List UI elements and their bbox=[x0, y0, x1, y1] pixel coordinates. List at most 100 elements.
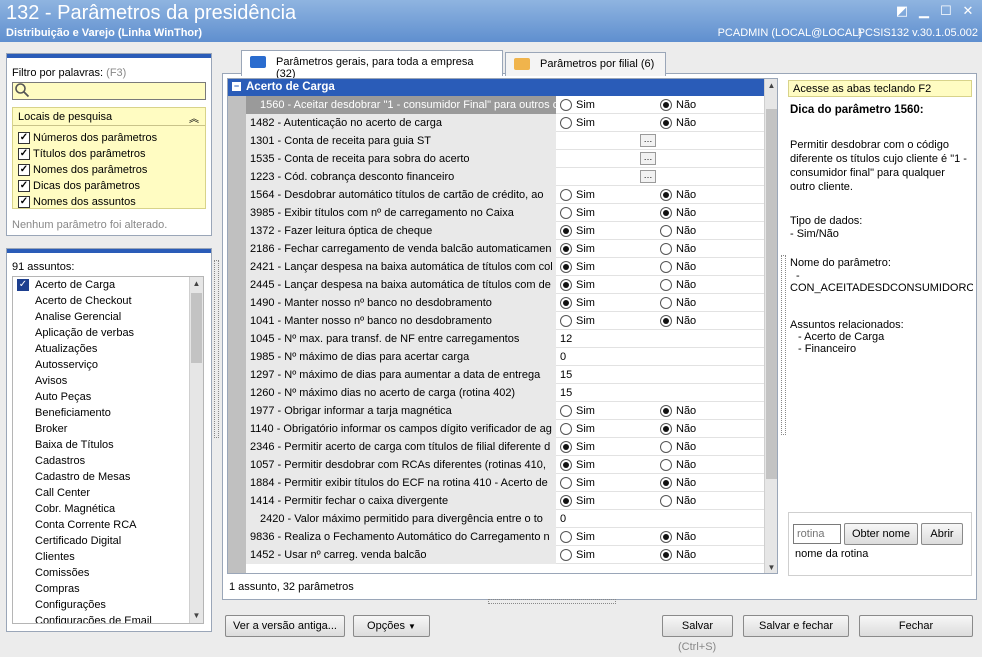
collapse-group-icon[interactable]: − bbox=[232, 82, 241, 91]
radio-sim[interactable] bbox=[560, 315, 572, 327]
radio-nao[interactable] bbox=[660, 207, 672, 219]
parameter-value[interactable]: Sim Não bbox=[558, 222, 764, 240]
tab-general[interactable]: Parâmetros gerais, para toda a empresa (… bbox=[241, 50, 503, 80]
parameter-value[interactable]: Sim Não bbox=[558, 492, 764, 510]
checkbox[interactable]: ✓ bbox=[18, 132, 30, 144]
radio-nao[interactable] bbox=[660, 99, 672, 111]
radio-nao[interactable] bbox=[660, 459, 672, 471]
radio-sim[interactable] bbox=[560, 189, 572, 201]
radio-sim[interactable] bbox=[560, 279, 572, 291]
subjects-list[interactable]: Configurações de Email Configurações Compr… bbox=[12, 276, 204, 624]
subject-item[interactable]: Configurações bbox=[13, 597, 193, 613]
radio-nao[interactable] bbox=[660, 477, 672, 489]
checkbox[interactable]: ✓ bbox=[18, 148, 30, 160]
search-option[interactable]: ✓ Dicas dos parâmetros bbox=[18, 178, 140, 194]
parameter-value[interactable]: Sim Não bbox=[558, 474, 764, 492]
parameter-value[interactable]: 15 bbox=[558, 366, 764, 384]
maximize-icon[interactable]: ☐ bbox=[937, 3, 955, 19]
radio-nao[interactable] bbox=[660, 441, 672, 453]
parameter-row[interactable]: 1977 - Obrigar informar a tarja magnétic… bbox=[246, 402, 764, 420]
parameter-row[interactable]: 1297 - Nº máximo de dias para aumentar a… bbox=[246, 366, 764, 384]
radio-sim[interactable] bbox=[560, 243, 572, 255]
subject-item[interactable]: Cobr. Magnética bbox=[13, 501, 193, 517]
radio-nao[interactable] bbox=[660, 423, 672, 435]
bottom-splitter[interactable] bbox=[488, 599, 616, 604]
subject-item[interactable]: Analise Gerencial bbox=[13, 309, 193, 325]
parameter-value[interactable]: Sim Não bbox=[558, 402, 764, 420]
parameter-value[interactable]: Sim Não bbox=[558, 420, 764, 438]
open-button[interactable]: Abrir bbox=[921, 523, 963, 545]
checkbox[interactable]: ✓ bbox=[18, 164, 30, 176]
parameter-row[interactable]: 1985 - Nº máximo de dias para acertar ca… bbox=[246, 348, 764, 366]
save-close-button[interactable]: Salvar e fechar bbox=[743, 615, 849, 637]
radio-sim[interactable] bbox=[560, 297, 572, 309]
parameter-value[interactable]: Sim Não bbox=[558, 186, 764, 204]
scroll-up-icon[interactable]: ▲ bbox=[765, 79, 777, 93]
radio-sim[interactable] bbox=[560, 207, 572, 219]
parameter-value[interactable]: 0 bbox=[558, 510, 764, 528]
subjects-scroll-thumb[interactable] bbox=[191, 293, 202, 363]
parameter-row[interactable]: 1482 - Autenticação no acerto de carga Si… bbox=[246, 114, 764, 132]
minimize-icon[interactable]: ▁ bbox=[915, 3, 933, 19]
parameter-row[interactable]: 2421 - Lançar despesa na baixa automátic… bbox=[246, 258, 764, 276]
subjects-scrollbar[interactable]: ▲ ▼ bbox=[189, 277, 203, 623]
radio-sim[interactable] bbox=[560, 459, 572, 471]
parameter-row[interactable]: 1301 - Conta de receita para guia ST… bbox=[246, 132, 764, 150]
subject-item[interactable]: Auto Peças bbox=[13, 389, 193, 405]
parameter-value[interactable]: … bbox=[558, 150, 764, 168]
subject-item[interactable]: Configurações de Email bbox=[13, 613, 193, 623]
parameter-value[interactable]: 0 bbox=[558, 348, 764, 366]
tab-branch[interactable]: Parâmetros por filial (6) bbox=[505, 52, 666, 76]
search-option[interactable]: ✓ Nomes dos parâmetros bbox=[18, 162, 147, 178]
lookup-button[interactable]: … bbox=[640, 170, 656, 183]
subject-item[interactable]: Compras bbox=[13, 581, 193, 597]
radio-nao[interactable] bbox=[660, 261, 672, 273]
subject-item[interactable]: Avisos bbox=[13, 373, 193, 389]
radio-nao[interactable] bbox=[660, 117, 672, 129]
radio-nao[interactable] bbox=[660, 189, 672, 201]
group-header[interactable]: − Acerto de Carga bbox=[228, 79, 764, 96]
parameter-row[interactable]: 1535 - Conta de receita para sobra do ac… bbox=[246, 150, 764, 168]
parameter-value[interactable]: … bbox=[558, 168, 764, 186]
radio-sim[interactable] bbox=[560, 423, 572, 435]
radio-sim[interactable] bbox=[560, 99, 572, 111]
radio-nao[interactable] bbox=[660, 297, 672, 309]
lookup-button[interactable]: … bbox=[640, 134, 656, 147]
radio-sim[interactable] bbox=[560, 405, 572, 417]
subject-item[interactable]: Cadastro de Mesas bbox=[13, 469, 193, 485]
parameter-value[interactable]: Sim Não bbox=[558, 546, 764, 564]
close-icon[interactable]: ✕ bbox=[959, 3, 977, 19]
lookup-button[interactable]: … bbox=[640, 152, 656, 165]
search-option[interactable]: ✓ Títulos dos parâmetros bbox=[18, 146, 146, 162]
radio-nao[interactable] bbox=[660, 531, 672, 543]
radio-nao[interactable] bbox=[660, 243, 672, 255]
radio-nao[interactable] bbox=[660, 549, 672, 561]
parameter-row[interactable]: 1223 - Cód. cobrança desconto financeiro… bbox=[246, 168, 764, 186]
subject-item[interactable]: Certificado Digital bbox=[13, 533, 193, 549]
parameter-row[interactable]: 1260 - Nº máximo dias no acerto de carga… bbox=[246, 384, 764, 402]
parameter-value[interactable]: Sim Não bbox=[558, 96, 764, 114]
scroll-up-icon[interactable]: ▲ bbox=[190, 277, 203, 291]
parameter-row[interactable]: 9836 - Realiza o Fechamento Automático d… bbox=[246, 528, 764, 546]
parameter-value[interactable]: Sim Não bbox=[558, 438, 764, 456]
filter-input[interactable] bbox=[12, 82, 206, 100]
subject-item[interactable]: Comissões bbox=[13, 565, 193, 581]
old-version-button[interactable]: Ver a versão antiga... bbox=[225, 615, 345, 637]
subject-item[interactable]: Autosserviço bbox=[13, 357, 193, 373]
subject-item[interactable]: Beneficiamento bbox=[13, 405, 193, 421]
search-option[interactable]: ✓ Números dos parâmetros bbox=[18, 130, 157, 146]
radio-sim[interactable] bbox=[560, 531, 572, 543]
parameter-row[interactable]: 2186 - Fechar carregamento de venda balc… bbox=[246, 240, 764, 258]
subject-item[interactable]: Atualizações bbox=[13, 341, 193, 357]
radio-nao[interactable] bbox=[660, 279, 672, 291]
subject-item[interactable]: Baixa de Títulos bbox=[13, 437, 193, 453]
collapse-icon[interactable]: ︽ bbox=[189, 110, 199, 125]
parameter-row[interactable]: 2445 - Lançar despesa na baixa automátic… bbox=[246, 276, 764, 294]
subject-item[interactable]: Broker bbox=[13, 421, 193, 437]
routine-input[interactable] bbox=[793, 524, 841, 544]
parameter-value[interactable]: Sim Não bbox=[558, 294, 764, 312]
subject-item[interactable]: Conta Corrente RCA bbox=[13, 517, 193, 533]
parameter-value[interactable]: 12 bbox=[558, 330, 764, 348]
parameter-row[interactable]: 1140 - Obrigatório informar os campos dí… bbox=[246, 420, 764, 438]
subject-item[interactable]: Acerto de Checkout bbox=[13, 293, 193, 309]
